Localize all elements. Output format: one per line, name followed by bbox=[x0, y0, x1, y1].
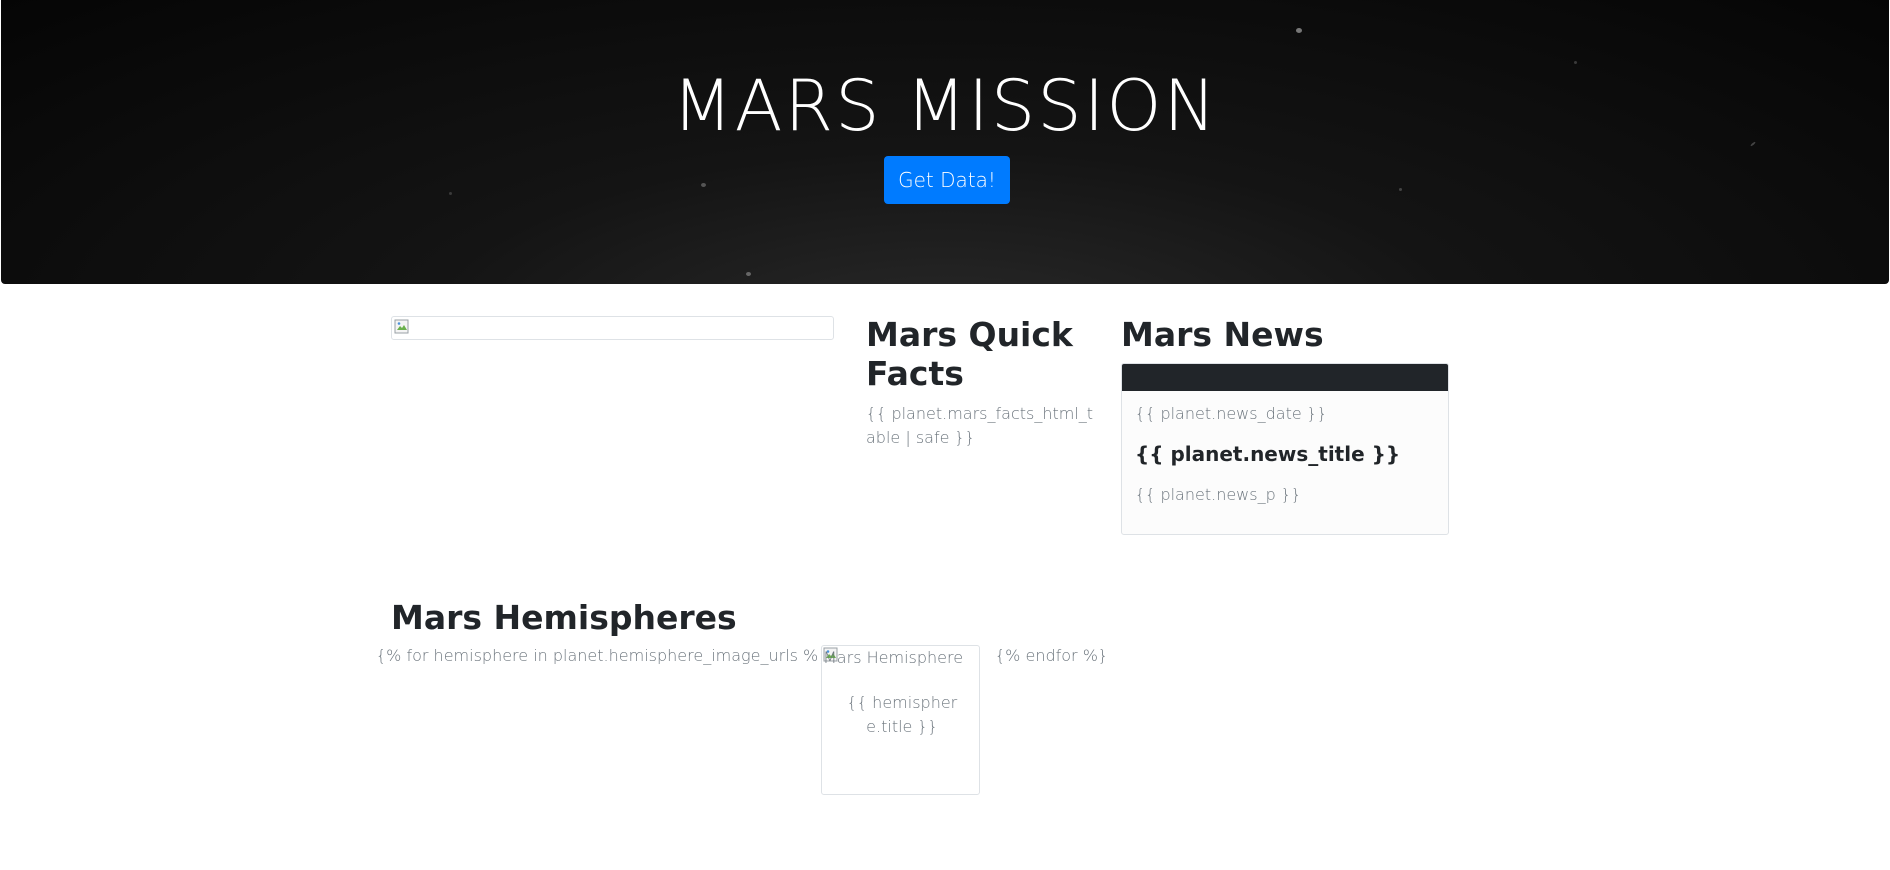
page-title: MARS MISSION bbox=[672, 65, 1218, 147]
hemisphere-card[interactable]: Mars Hemisphere {{ hemisphere.title }} bbox=[821, 645, 980, 795]
template-loop-end: {% endfor %} bbox=[995, 646, 1109, 665]
hemisphere-image-alt: Mars Hemisphere bbox=[823, 648, 964, 667]
hemispheres-heading: Mars Hemispheres bbox=[391, 598, 737, 637]
news-heading: Mars News bbox=[1121, 315, 1324, 354]
hero-jumbotron: MARS MISSION Get Data! bbox=[1, 0, 1889, 284]
hemisphere-image[interactable]: Mars Hemisphere bbox=[822, 646, 979, 670]
star-decoration bbox=[449, 192, 452, 195]
news-card: {{ planet.news_date }} {{ planet.news_ti… bbox=[1121, 363, 1449, 535]
star-decoration bbox=[1296, 28, 1302, 33]
featured-image bbox=[391, 316, 834, 340]
star-decoration bbox=[746, 272, 751, 276]
broken-image-icon bbox=[394, 319, 409, 334]
template-loop-start: {% for hemisphere in planet.hemisphere_i… bbox=[376, 646, 829, 665]
get-data-button[interactable]: Get Data! bbox=[884, 156, 1010, 204]
news-title: {{ planet.news_title }} bbox=[1135, 442, 1401, 466]
news-paragraph: {{ planet.news_p }} bbox=[1135, 485, 1302, 504]
facts-table-placeholder: {{ planet.mars_facts_html_table | safe }… bbox=[866, 404, 1094, 447]
news-card-header bbox=[1122, 364, 1448, 391]
star-decoration bbox=[1399, 188, 1402, 191]
facts-heading: Mars Quick Facts bbox=[866, 315, 1073, 393]
star-decoration bbox=[701, 183, 706, 187]
news-date: {{ planet.news_date }} bbox=[1135, 404, 1328, 423]
hemisphere-title: {{ hemisphere.title }} bbox=[846, 693, 958, 736]
